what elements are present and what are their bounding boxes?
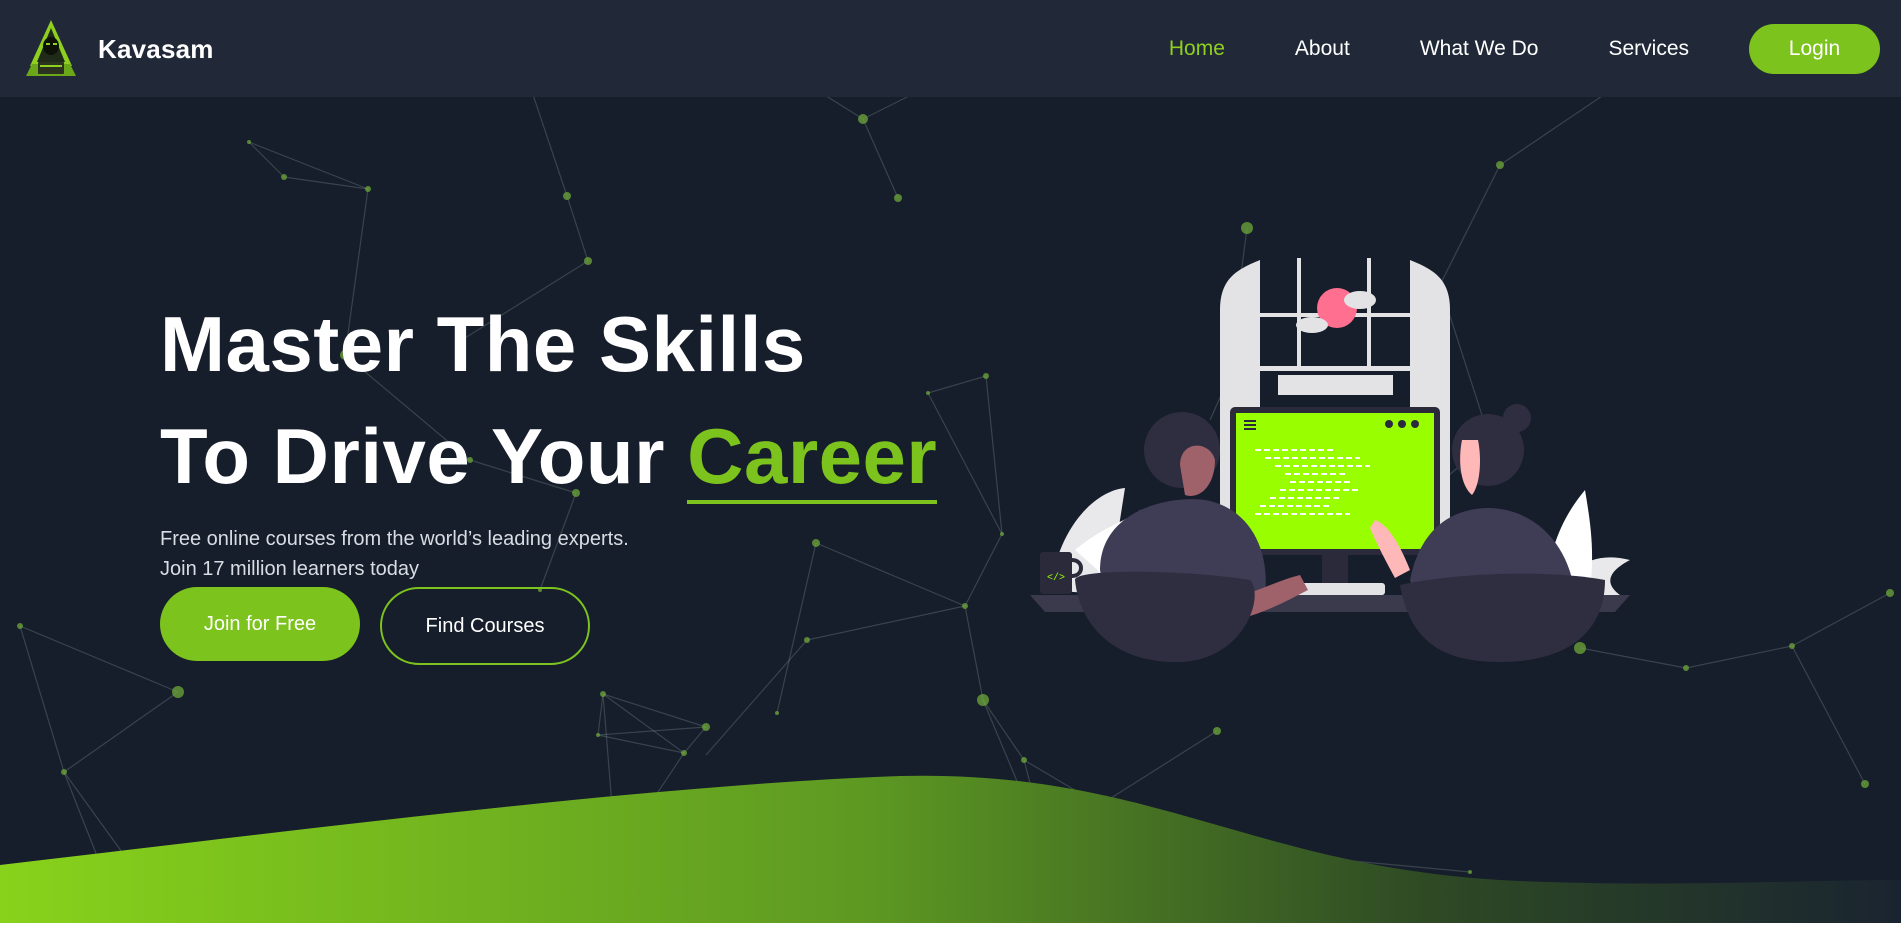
- nav-about[interactable]: About: [1295, 37, 1350, 61]
- join-for-free-button[interactable]: Join for Free: [160, 587, 360, 661]
- bottom-page-edge: [0, 923, 1901, 927]
- hero-subtitle-line1: Free online courses from the world’s lea…: [160, 528, 629, 550]
- hero-section: Master The Skills To Drive Your Career F…: [160, 288, 938, 584]
- top-navigation-bar: Kavasam Home About What We Do Services L…: [0, 0, 1901, 97]
- hero-title: Master The Skills To Drive Your Career: [160, 288, 938, 512]
- hero-subtitle: Free online courses from the world’s lea…: [160, 524, 937, 584]
- hooded-hacker-icon: [26, 20, 76, 76]
- login-button[interactable]: Login: [1749, 23, 1880, 74]
- brand[interactable]: Kavasam: [20, 18, 214, 80]
- nav-home[interactable]: Home: [1169, 37, 1225, 61]
- brand-name: Kavasam: [98, 33, 214, 64]
- hero-title-accent: Career: [687, 412, 938, 504]
- two-people-coding-illustration: </>: [1030, 258, 1630, 663]
- nav-what-we-do[interactable]: What We Do: [1420, 37, 1539, 61]
- mug-label: </>: [1047, 572, 1065, 584]
- hero-title-line2: To Drive Your: [160, 412, 665, 500]
- nav-services[interactable]: Services: [1608, 37, 1689, 61]
- find-courses-button[interactable]: Find Courses: [380, 587, 590, 665]
- hero-cta-group: Join for Free Find Courses: [160, 587, 590, 665]
- green-wave-decoration: [0, 775, 1901, 927]
- hero-subtitle-line2: Join 17 million learners today: [160, 558, 420, 580]
- hero-title-line1: Master The Skills: [160, 300, 806, 388]
- main-nav: Home About What We Do Services Login: [1169, 0, 1901, 97]
